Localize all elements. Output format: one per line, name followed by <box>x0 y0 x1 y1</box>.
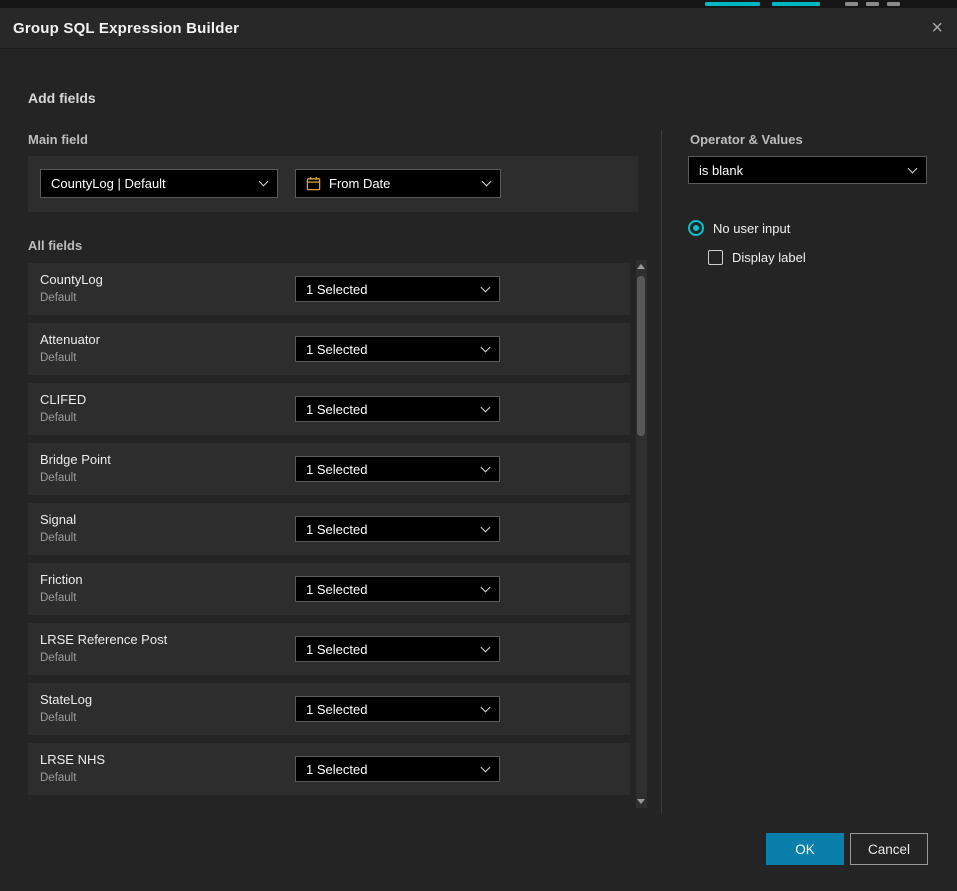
field-row: CountyLog Default 1 Selected <box>28 263 630 315</box>
field-selected-dropdown[interactable]: 1 Selected <box>295 756 500 782</box>
chevron-down-icon <box>481 282 491 292</box>
column-divider <box>661 130 662 813</box>
field-name: Attenuator <box>40 332 100 347</box>
dropdown-value: 1 Selected <box>306 402 367 417</box>
field-selected-dropdown[interactable]: 1 Selected <box>295 636 500 662</box>
calendar-icon <box>306 176 321 191</box>
field-selected-dropdown[interactable]: 1 Selected <box>295 336 500 362</box>
display-label-label: Display label <box>732 250 806 265</box>
dropdown-value: 1 Selected <box>306 342 367 357</box>
field-row: Friction Default 1 Selected <box>28 563 630 615</box>
add-fields-heading: Add fields <box>28 90 96 106</box>
field-row: Attenuator Default 1 Selected <box>28 323 630 375</box>
ok-button[interactable]: OK <box>766 833 844 865</box>
operator-dropdown-value: is blank <box>699 163 743 178</box>
operator-dropdown[interactable]: is blank <box>688 156 927 184</box>
cancel-button[interactable]: Cancel <box>850 833 928 865</box>
chevron-down-icon <box>481 702 491 712</box>
chevron-down-icon <box>481 402 491 412</box>
layer-dropdown-value: CountyLog | Default <box>51 176 166 191</box>
field-subtitle: Default <box>40 592 76 604</box>
dialog-titlebar: Group SQL Expression Builder × <box>0 8 957 49</box>
dropdown-value: 1 Selected <box>306 462 367 477</box>
layer-dropdown[interactable]: CountyLog | Default <box>40 169 278 198</box>
date-field-dropdown[interactable]: From Date <box>295 169 501 198</box>
dialog-title: Group SQL Expression Builder <box>13 20 239 37</box>
field-selected-dropdown[interactable]: 1 Selected <box>295 696 500 722</box>
field-name: Bridge Point <box>40 452 111 467</box>
field-name: CLIFED <box>40 392 86 407</box>
background-glimpse <box>705 2 760 6</box>
display-label-option[interactable]: Display label <box>708 250 806 265</box>
field-subtitle: Default <box>40 712 76 724</box>
dropdown-value: 1 Selected <box>306 582 367 597</box>
field-selected-dropdown[interactable]: 1 Selected <box>295 276 500 302</box>
scroll-up-icon[interactable] <box>637 264 645 269</box>
main-field-panel: CountyLog | Default From Date <box>28 156 638 212</box>
date-field-dropdown-value: From Date <box>329 176 390 191</box>
chevron-down-icon <box>481 342 491 352</box>
background-glimpse <box>845 2 858 6</box>
close-icon[interactable]: × <box>931 18 943 38</box>
field-row: StateLog Default 1 Selected <box>28 683 630 735</box>
radio-dot <box>693 225 699 231</box>
field-subtitle: Default <box>40 532 76 544</box>
field-row: LRSE NHS Default 1 Selected <box>28 743 630 795</box>
dropdown-value: 1 Selected <box>306 522 367 537</box>
field-subtitle: Default <box>40 352 76 364</box>
main-field-heading: Main field <box>28 132 88 147</box>
chevron-down-icon <box>481 762 491 772</box>
radio-selected-icon[interactable] <box>688 220 704 236</box>
operator-values-heading: Operator & Values <box>690 132 803 147</box>
field-name: StateLog <box>40 692 92 707</box>
field-row: Bridge Point Default 1 Selected <box>28 443 630 495</box>
field-name: Friction <box>40 572 83 587</box>
field-subtitle: Default <box>40 412 76 424</box>
field-selected-dropdown[interactable]: 1 Selected <box>295 456 500 482</box>
chevron-down-icon <box>259 177 269 187</box>
field-subtitle: Default <box>40 472 76 484</box>
field-row: LRSE Reference Post Default 1 Selected <box>28 623 630 675</box>
field-name: LRSE NHS <box>40 752 105 767</box>
field-name: Signal <box>40 512 76 527</box>
field-name: CountyLog <box>40 272 103 287</box>
sql-expression-builder-dialog: Group SQL Expression Builder × Add field… <box>0 8 957 891</box>
background-glimpse <box>887 2 900 6</box>
all-fields-list: CountyLog Default 1 Selected Attenuator … <box>28 263 630 803</box>
chevron-down-icon <box>482 177 492 187</box>
scrollbar[interactable] <box>636 260 647 808</box>
field-subtitle: Default <box>40 292 76 304</box>
field-selected-dropdown[interactable]: 1 Selected <box>295 396 500 422</box>
chevron-down-icon <box>481 642 491 652</box>
no-user-input-label: No user input <box>713 221 790 236</box>
chevron-down-icon <box>481 522 491 532</box>
field-selected-dropdown[interactable]: 1 Selected <box>295 516 500 542</box>
background-glimpse <box>866 2 879 6</box>
field-name: LRSE Reference Post <box>40 632 167 647</box>
field-subtitle: Default <box>40 652 76 664</box>
dropdown-value: 1 Selected <box>306 642 367 657</box>
dropdown-value: 1 Selected <box>306 762 367 777</box>
dropdown-value: 1 Selected <box>306 702 367 717</box>
screen: Group SQL Expression Builder × Add field… <box>0 0 957 891</box>
background-app-strip <box>0 0 957 8</box>
chevron-down-icon <box>481 462 491 472</box>
field-row: CLIFED Default 1 Selected <box>28 383 630 435</box>
display-label-checkbox[interactable] <box>708 250 723 265</box>
chevron-down-icon <box>481 582 491 592</box>
all-fields-heading: All fields <box>28 238 82 253</box>
field-subtitle: Default <box>40 772 76 784</box>
scrollbar-thumb[interactable] <box>637 276 645 436</box>
field-row: Signal Default 1 Selected <box>28 503 630 555</box>
chevron-down-icon <box>908 163 918 173</box>
no-user-input-option[interactable]: No user input <box>688 220 790 236</box>
field-selected-dropdown[interactable]: 1 Selected <box>295 576 500 602</box>
dropdown-value: 1 Selected <box>306 282 367 297</box>
scroll-down-icon[interactable] <box>637 799 645 804</box>
background-glimpse <box>772 2 820 6</box>
